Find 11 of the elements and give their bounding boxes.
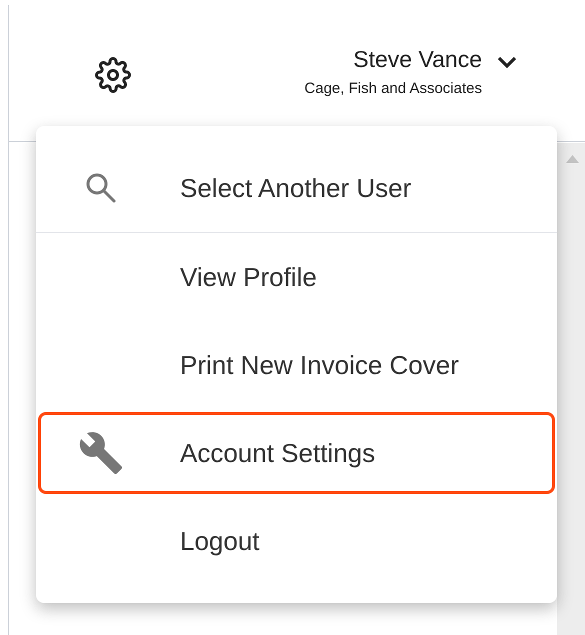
chevron-down-icon[interactable] <box>496 54 518 70</box>
wrench-icon <box>78 430 124 476</box>
user-name[interactable]: Steve Vance <box>353 44 482 74</box>
settings-icon[interactable] <box>95 57 131 93</box>
menu-item[interactable]: Print New Invoice Cover <box>38 324 555 406</box>
menu-item[interactable]: Logout <box>38 500 555 582</box>
menu-item[interactable]: Select Another User <box>38 147 555 229</box>
menu-item[interactable]: View Profile <box>38 236 555 318</box>
search-icon <box>84 171 118 205</box>
company-name: Cage, Fish and Associates <box>304 79 482 99</box>
menu-item[interactable]: Account Settings <box>38 412 555 494</box>
